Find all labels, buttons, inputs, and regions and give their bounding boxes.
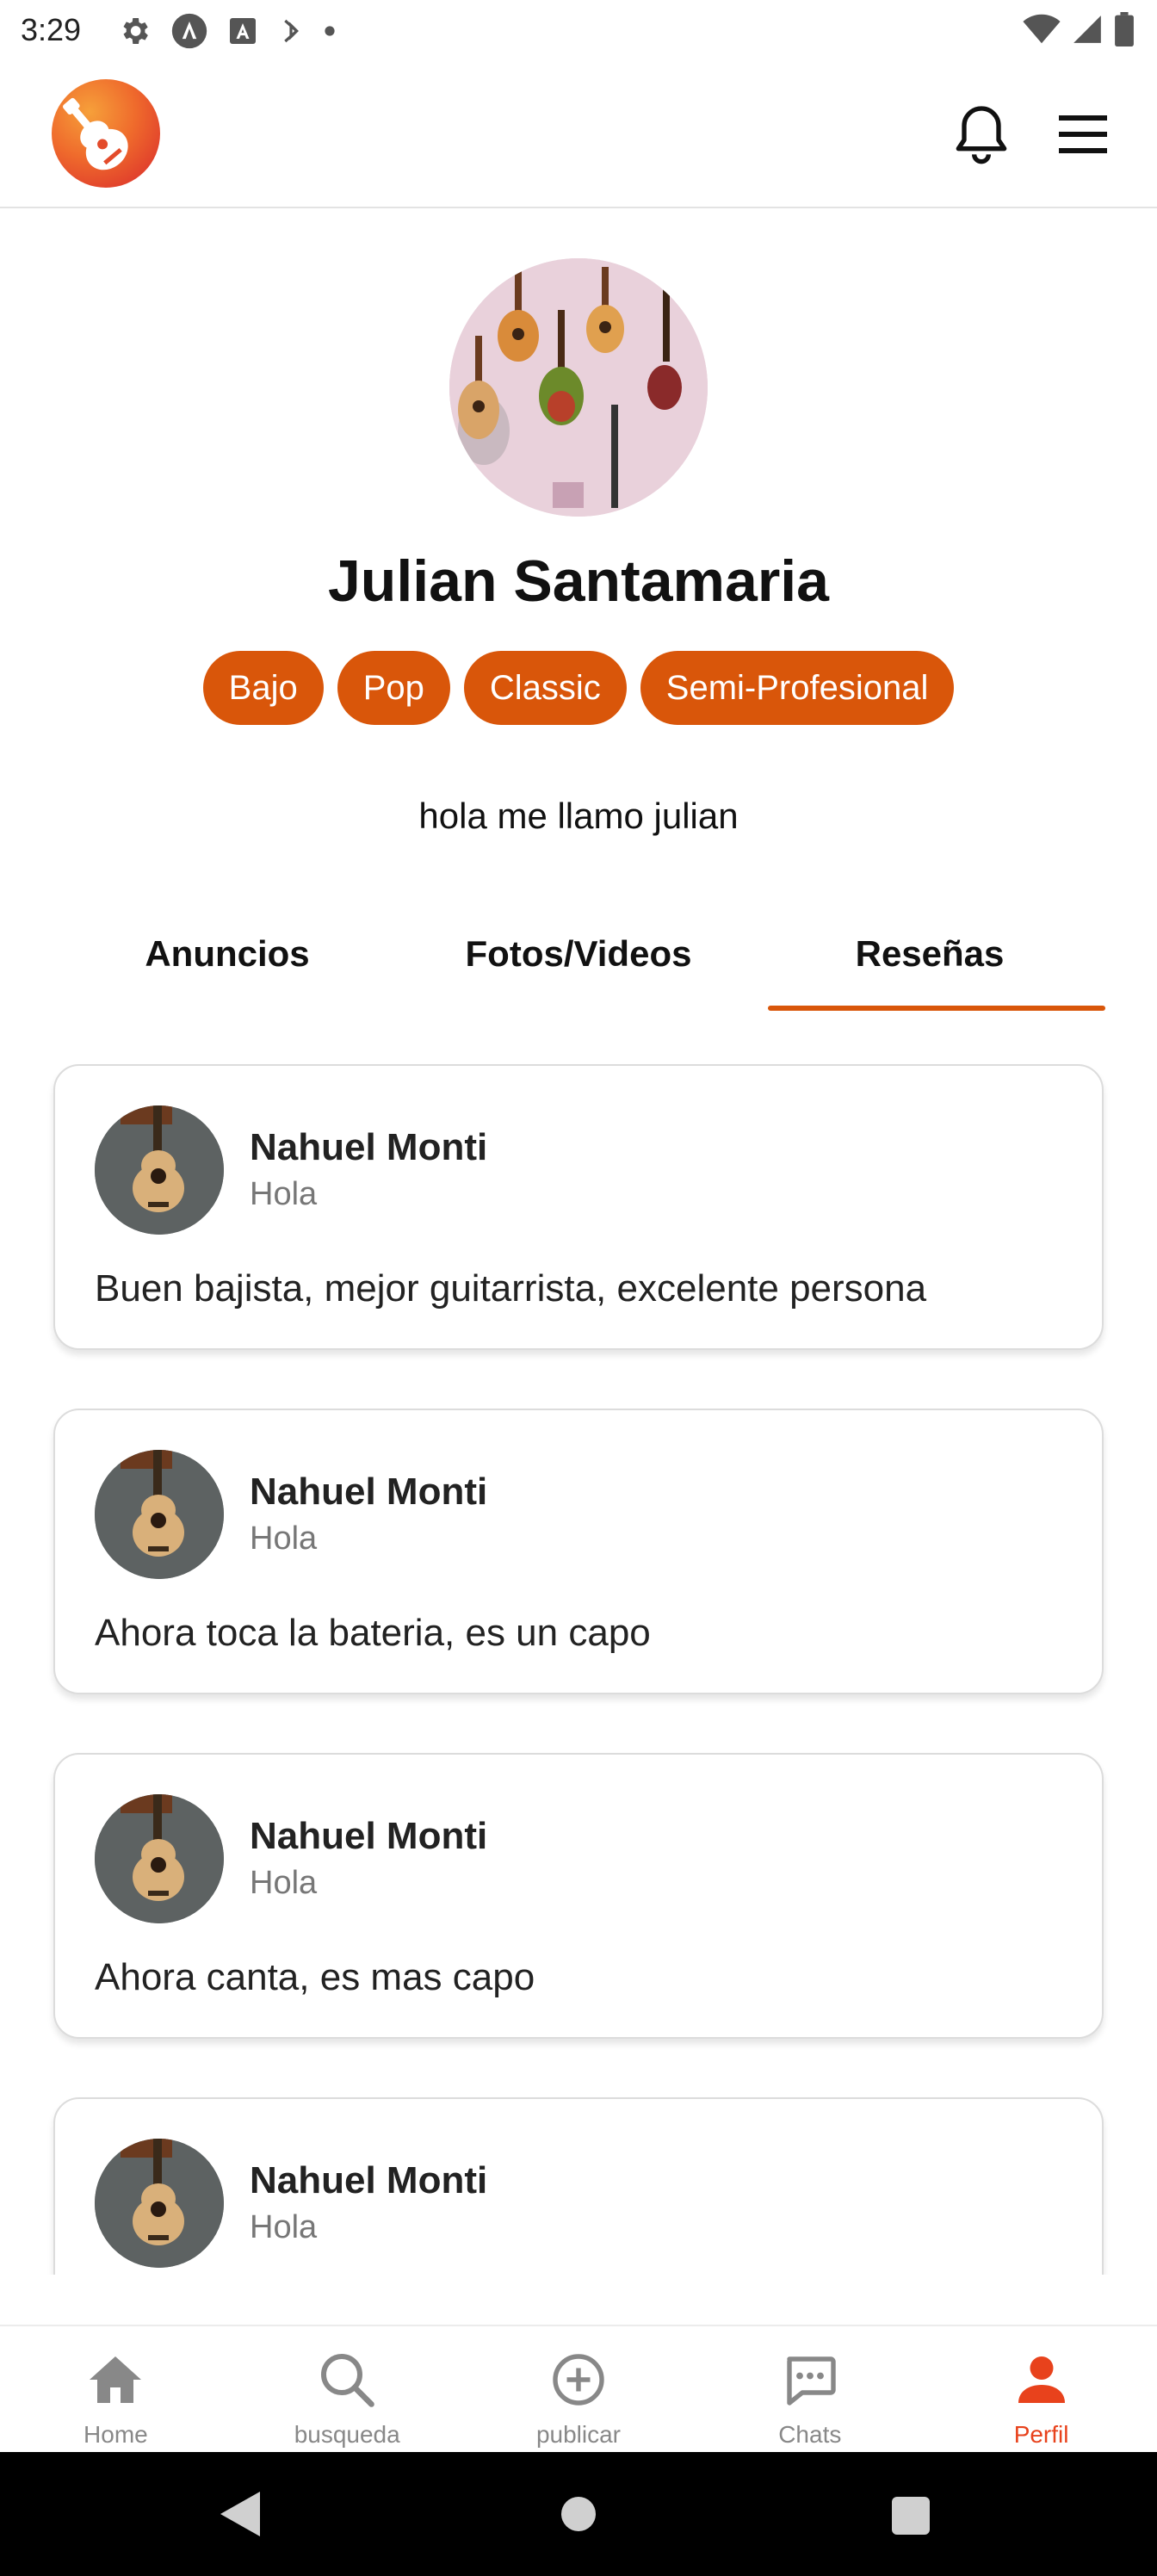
person-icon: [1018, 2356, 1065, 2403]
review-subtitle: Hola: [250, 2209, 318, 2245]
home-button[interactable]: [561, 2497, 596, 2531]
guitar-logo-icon[interactable]: [52, 79, 160, 188]
status-bar: 3:29: [0, 0, 1157, 62]
review-text: Ahora canta, es mas capo: [95, 1956, 535, 1998]
review-card[interactable]: Nahuel Monti Hola Buen bajista, mejor gu…: [53, 1064, 1104, 1350]
nav-label: Home: [84, 2421, 148, 2448]
review-subtitle: Hola: [250, 1176, 318, 1212]
review-card[interactable]: Nahuel Monti Hola Ahora toca la bateria,…: [53, 1409, 1104, 1694]
sync-icon: [284, 19, 299, 43]
nav-perfil[interactable]: Perfil: [925, 2326, 1157, 2454]
signal-icon: [1073, 15, 1101, 43]
back-icon[interactable]: [220, 2492, 260, 2536]
reviewer-avatar[interactable]: [95, 1794, 224, 1923]
wifi-icon: [1023, 14, 1061, 44]
tag-chip[interactable]: Semi-Profesional: [640, 651, 955, 725]
bottom-nav: Home busqueda publicar Chats Perfil: [0, 2325, 1157, 2454]
menu-icon[interactable]: [1055, 110, 1111, 158]
app-bar: [0, 62, 1157, 208]
reviewer-name: Nahuel Monti: [250, 1471, 488, 1513]
battery-icon: [1115, 12, 1134, 46]
profile-tags: Bajo Pop Classic Semi-Profesional: [0, 651, 1157, 725]
review-subtitle: Hola: [250, 1865, 318, 1901]
profile-name: Julian Santamaria: [327, 548, 830, 614]
system-nav-bar: [0, 2452, 1157, 2576]
reviews-list[interactable]: Nahuel Monti Hola Buen bajista, mejor gu…: [0, 1064, 1157, 2275]
nav-publicar[interactable]: publicar: [463, 2326, 695, 2454]
reviewer-avatar[interactable]: [95, 1450, 224, 1579]
profile-bio: hola me llamo julian: [418, 796, 739, 836]
bell-icon[interactable]: [947, 100, 1016, 169]
reviewer-avatar[interactable]: [95, 1105, 224, 1235]
nav-home[interactable]: Home: [0, 2326, 232, 2454]
nav-label: Chats: [778, 2421, 842, 2448]
tag-chip[interactable]: Pop: [337, 651, 450, 725]
tab-anuncios[interactable]: Anuncios: [52, 913, 403, 1012]
review-card[interactable]: Nahuel Monti Hola: [53, 2097, 1104, 2275]
profile-avatar[interactable]: [449, 258, 708, 517]
reviewer-avatar[interactable]: [95, 2139, 224, 2268]
review-text: Buen bajista, mejor guitarrista, excelen…: [95, 1267, 927, 1310]
tag-chip[interactable]: Classic: [463, 651, 627, 725]
reviewer-name: Nahuel Monti: [250, 1815, 488, 1857]
tab-resenas[interactable]: Reseñas: [754, 913, 1105, 1012]
add-circle-icon: [553, 2354, 604, 2406]
review-subtitle: Hola: [250, 1520, 318, 1557]
nav-busqueda[interactable]: busqueda: [232, 2326, 463, 2454]
nav-label: busqueda: [294, 2421, 400, 2448]
search-icon: [321, 2354, 374, 2407]
nav-label: Perfil: [1013, 2421, 1069, 2448]
nav-chats[interactable]: Chats: [694, 2326, 925, 2454]
chat-icon: [787, 2356, 836, 2406]
a-box-icon: [230, 18, 256, 44]
status-time: 3:29: [21, 12, 82, 47]
nav-label: publicar: [535, 2421, 622, 2448]
review-card[interactable]: Nahuel Monti Hola Ahora canta, es mas ca…: [53, 1753, 1104, 2039]
reviewer-name: Nahuel Monti: [250, 1126, 488, 1168]
reviewer-name: Nahuel Monti: [250, 2159, 488, 2201]
tag-chip[interactable]: Bajo: [202, 651, 324, 725]
recents-button[interactable]: [892, 2497, 930, 2535]
profile-tabs: Anuncios Fotos/Videos Reseñas: [52, 913, 1105, 1012]
dot-icon: [325, 26, 335, 36]
home-icon: [90, 2356, 142, 2403]
review-text: Ahora toca la bateria, es un capo: [95, 1612, 651, 1654]
gear-icon: [123, 18, 148, 44]
a-badge-icon: [171, 13, 207, 49]
tab-fotos-videos[interactable]: Fotos/Videos: [403, 913, 754, 1012]
